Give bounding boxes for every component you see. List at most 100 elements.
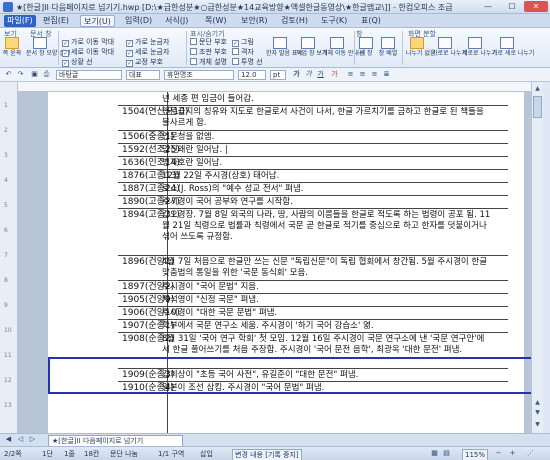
font-color-icon[interactable]: 가 [330, 70, 339, 79]
table-cell-text[interactable]: 임진왜란 일어남. | [162, 145, 492, 156]
font-language-select[interactable]: 대표 [126, 70, 160, 80]
next-page-icon[interactable]: ▼ [533, 408, 542, 417]
object-guide-button[interactable]: 개체 이동 안내선 [322, 36, 364, 66]
table-cell-text[interactable]: 12월 22일 주시경(상호) 태어남. [162, 171, 492, 182]
resize-grip-icon[interactable]: ⋰ [526, 449, 535, 458]
align-center-icon[interactable]: ≡ [358, 70, 367, 79]
font-select[interactable]: 휴먼명조 [164, 70, 234, 80]
save-icon[interactable]: ▣ [30, 70, 39, 79]
align-left-icon[interactable]: ≡ [346, 70, 355, 79]
status-track-changes[interactable]: 변경 내용 [기록 중지] [232, 449, 302, 460]
check-label: 가로 이동 막대 [71, 38, 115, 46]
tab-next-icon[interactable]: ▷ [28, 435, 37, 444]
vertical-ruler[interactable]: 1 2 3 4 5 6 7 8 9 10 11 12 13 [0, 82, 18, 433]
font-size-input[interactable]: 12.0 [238, 70, 266, 80]
menu-tools[interactable]: 도구(K) [318, 15, 350, 27]
check-transparent-line[interactable]: 투명 선 [232, 58, 263, 67]
menu-file[interactable]: 파일(F) [4, 15, 36, 27]
align-right-icon[interactable]: ≡ [370, 70, 379, 79]
zoom-in-icon[interactable]: + [508, 449, 517, 458]
maximize-button[interactable]: ☐ [500, 1, 524, 12]
table-cell-text[interactable]: 학부에서 국문 연구소 세움. 주시경이 '하기 국어 강습소' 엶. [162, 321, 492, 332]
print-icon[interactable]: ⎙ [42, 70, 51, 79]
tab-prev-icon[interactable]: ◁ [16, 435, 25, 444]
document-tab[interactable]: ★[한글]II 다음페이지로 넘기기 [48, 435, 183, 446]
check-layout-marks[interactable]: 조판 부호 [190, 48, 227, 57]
style-select[interactable]: 바탕글 [56, 70, 122, 80]
bold-icon[interactable]: 가 [292, 70, 301, 79]
check-picture[interactable]: ✓ 그림 [232, 38, 254, 47]
table-cell-text[interactable]: 8월 31일 '국어 연구 학회' 첫 모임. 12월 16일 주시경이 국문 … [162, 334, 492, 356]
font-unit-select[interactable]: pt [270, 70, 286, 80]
menu-insert[interactable]: 입력(D) [122, 15, 155, 27]
underline-icon[interactable]: 가 [316, 70, 325, 79]
checkbox-icon: ✓ [232, 40, 239, 47]
task-pane-button[interactable]: 작업 창 보기 [296, 36, 328, 66]
menu-page[interactable]: 쪽(W) [202, 15, 230, 27]
check-horizontal-scroll[interactable]: ✓ 가로 이동 막대 [62, 38, 114, 47]
check-grid[interactable]: 격자 [232, 48, 254, 57]
undo-icon[interactable]: ↶ [4, 70, 13, 79]
scroll-up-icon[interactable]: ▲ [533, 84, 542, 93]
italic-icon[interactable]: 가 [304, 70, 313, 79]
page-outline-icon [5, 37, 19, 49]
table-cell-text[interactable]: 병자호란 일어남. [162, 158, 492, 169]
split-horizontal-icon [438, 37, 452, 49]
doc-window-button[interactable]: 문서 창 모양 설정 [26, 36, 70, 66]
split-both-button[interactable]: 가로 세로 나누기 [492, 36, 534, 66]
status-insert-mode[interactable]: 삽입 [200, 449, 213, 459]
zoom-level[interactable]: 115% [462, 449, 489, 460]
view-web-icon[interactable]: ▤ [442, 449, 451, 458]
close-button[interactable]: ✕ [524, 1, 548, 12]
menu-security[interactable]: 보안(R) [238, 15, 271, 27]
table-rule [118, 169, 508, 170]
check-para-marks[interactable]: 문단 부호 [190, 38, 227, 47]
table-rule [118, 306, 508, 307]
prev-page-icon[interactable]: ▲ [533, 398, 542, 407]
table-cell-text[interactable]: 로스(J. Ross)의 "예수 성교 전서" 펴냄. [162, 184, 492, 195]
status-bar: 2/2쪽 1단 1줄 18칸 문단 나눔 1/1 구역 삽입 변경 내용 [기록… [0, 446, 550, 460]
horizontal-ruler[interactable] [18, 82, 531, 92]
check-vertical-ruler[interactable]: ✓ 세로 눈금자 [126, 48, 169, 57]
check-vertical-scroll[interactable]: ✓ 세로 이동 막대 [62, 48, 114, 57]
menu-view[interactable]: 보기(U) [80, 15, 115, 27]
check-object-desc[interactable]: 개체 설명 [190, 58, 227, 67]
formatting-toolbar: ↶ ↷ ▣ ⎙ 바탕글 대표 휴먼명조 12.0 pt 가 가 가 가 ≡ ≡ … [0, 68, 550, 82]
ruler-mark: 3 [4, 152, 8, 159]
zoom-out-icon[interactable]: − [494, 449, 503, 458]
task-pane-label: 작업 창 보기 [296, 50, 328, 57]
redo-icon[interactable]: ↷ [16, 70, 25, 79]
menu-review[interactable]: 검토(H) [278, 15, 311, 27]
menu-edit[interactable]: 편집(E) [40, 15, 72, 27]
check-status-line[interactable]: ✓ 상황 선 [62, 58, 93, 67]
split-none-button[interactable]: 나누기 없음 [406, 36, 436, 66]
table-cell-text[interactable]: 주시경이 "국어 문법" 지음. [162, 282, 492, 293]
minimize-button[interactable]: — [476, 1, 500, 12]
arrange-window-button[interactable]: 창 배열 [378, 36, 398, 66]
new-window-button[interactable]: 새 창 [356, 36, 376, 66]
table-cell-text[interactable]: 주시경이 국어 공부와 연구를 시작함. [162, 197, 492, 208]
table-cell-text[interactable]: 4월 7일 처음으로 한글만 쓰는 신문 "독립신문"이 독립 협회에서 창간됨… [162, 257, 492, 279]
hanja-pronounce-button[interactable]: 한자 발음 표시 [266, 36, 303, 66]
tab-first-icon[interactable]: ◀ [4, 435, 13, 444]
table-cell-text[interactable]: 주시경이 "대한 국문 문법" 펴냄. [162, 308, 492, 319]
table-cell-text[interactable]: 언문청을 없앰. [162, 132, 492, 143]
table-cell-text[interactable]: 언문금지의 칭유와 지도로 한글로서 사건이 나서, 한글 가르치기를 금하고 … [162, 107, 492, 129]
table-cell-text[interactable]: 지석영이 "신정 국문" 펴냄. [162, 295, 492, 306]
page-outline-button[interactable]: 쪽 윤곽 [2, 36, 22, 66]
check-proof-marks[interactable]: ✓ 교정 부호 [126, 58, 163, 67]
view-normal-icon[interactable]: ▦ [430, 449, 439, 458]
vertical-scrollbar[interactable]: ▲ ▲ ▼ ▼ [531, 82, 543, 433]
split-horizontal-button[interactable]: 가로로 나누기 [432, 36, 467, 66]
title-bar: ★[한글]II 다음페이지로 넘기기.hwp [D:\★급한성분★○급한성분★1… [0, 0, 550, 14]
split-vertical-button[interactable]: 세로로 나누기 [462, 36, 497, 66]
selection-highlight-box [48, 357, 534, 394]
menu-table[interactable]: 표(Q) [358, 15, 384, 27]
table-cell-text[interactable]: 년 세종 편 임금이 들어감. [162, 94, 492, 105]
scroll-down-icon[interactable]: ▼ [533, 420, 542, 429]
justify-icon[interactable]: ≣ [382, 70, 391, 79]
check-horizontal-ruler[interactable]: ✓ 가로 눈금자 [126, 38, 169, 47]
menu-format[interactable]: 서식(J) [162, 15, 191, 27]
scroll-thumb[interactable] [533, 96, 542, 118]
table-cell-text[interactable]: 갑오경장. 7월 8일 외국의 나라, 땅, 사람의 이름들을 한글로 적도록 … [162, 210, 492, 244]
